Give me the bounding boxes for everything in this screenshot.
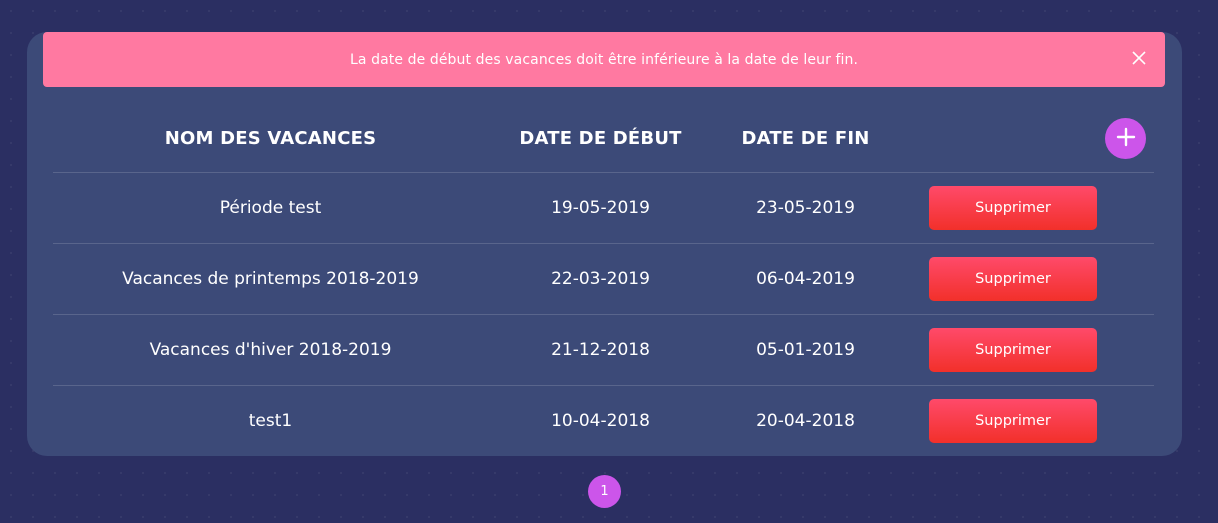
holiday-end-date: 05-01-2019 bbox=[756, 340, 855, 360]
holiday-name: test1 bbox=[248, 411, 293, 431]
delete-button[interactable]: Supprimer bbox=[929, 257, 1097, 301]
holiday-name: Période test bbox=[219, 198, 322, 218]
holiday-name: Vacances d'hiver 2018-2019 bbox=[149, 340, 392, 360]
holiday-end-date: 06-04-2019 bbox=[756, 269, 855, 289]
holiday-start-date: 21-12-2018 bbox=[551, 340, 650, 360]
delete-button[interactable]: Supprimer bbox=[929, 328, 1097, 372]
error-alert: La date de début des vacances doit être … bbox=[43, 32, 1165, 87]
holiday-end-date: 20-04-2018 bbox=[756, 411, 855, 431]
holidays-table: NOM DES VACANCES DATE DE DÉBUT DATE DE F… bbox=[53, 104, 1154, 456]
table-row: test1 10-04-2018 20-04-2018 Supprimer bbox=[53, 386, 1154, 456]
holiday-start-date: 19-05-2019 bbox=[551, 198, 650, 218]
table-row: Vacances d'hiver 2018-2019 21-12-2018 05… bbox=[53, 315, 1154, 386]
holiday-end-date: 23-05-2019 bbox=[756, 198, 855, 218]
table-row: Vacances de printemps 2018-2019 22-03-20… bbox=[53, 244, 1154, 315]
table-header: NOM DES VACANCES DATE DE DÉBUT DATE DE F… bbox=[53, 104, 1154, 173]
table-row: Période test 19-05-2019 23-05-2019 Suppr… bbox=[53, 173, 1154, 244]
holiday-name: Vacances de printemps 2018-2019 bbox=[122, 269, 419, 289]
delete-button[interactable]: Supprimer bbox=[929, 399, 1097, 443]
pagination-page-button[interactable]: 1 bbox=[588, 475, 621, 508]
column-header-end-date: DATE DE FIN bbox=[741, 127, 870, 149]
holiday-start-date: 22-03-2019 bbox=[551, 269, 650, 289]
column-header-start-date: DATE DE DÉBUT bbox=[519, 127, 682, 149]
close-icon[interactable] bbox=[1130, 49, 1148, 67]
column-header-name: NOM DES VACANCES bbox=[164, 127, 377, 149]
plus-icon bbox=[1116, 127, 1136, 151]
delete-button[interactable]: Supprimer bbox=[929, 186, 1097, 230]
holiday-start-date: 10-04-2018 bbox=[551, 411, 650, 431]
alert-message: La date de début des vacances doit être … bbox=[349, 51, 859, 68]
add-holiday-button[interactable] bbox=[1105, 118, 1146, 159]
